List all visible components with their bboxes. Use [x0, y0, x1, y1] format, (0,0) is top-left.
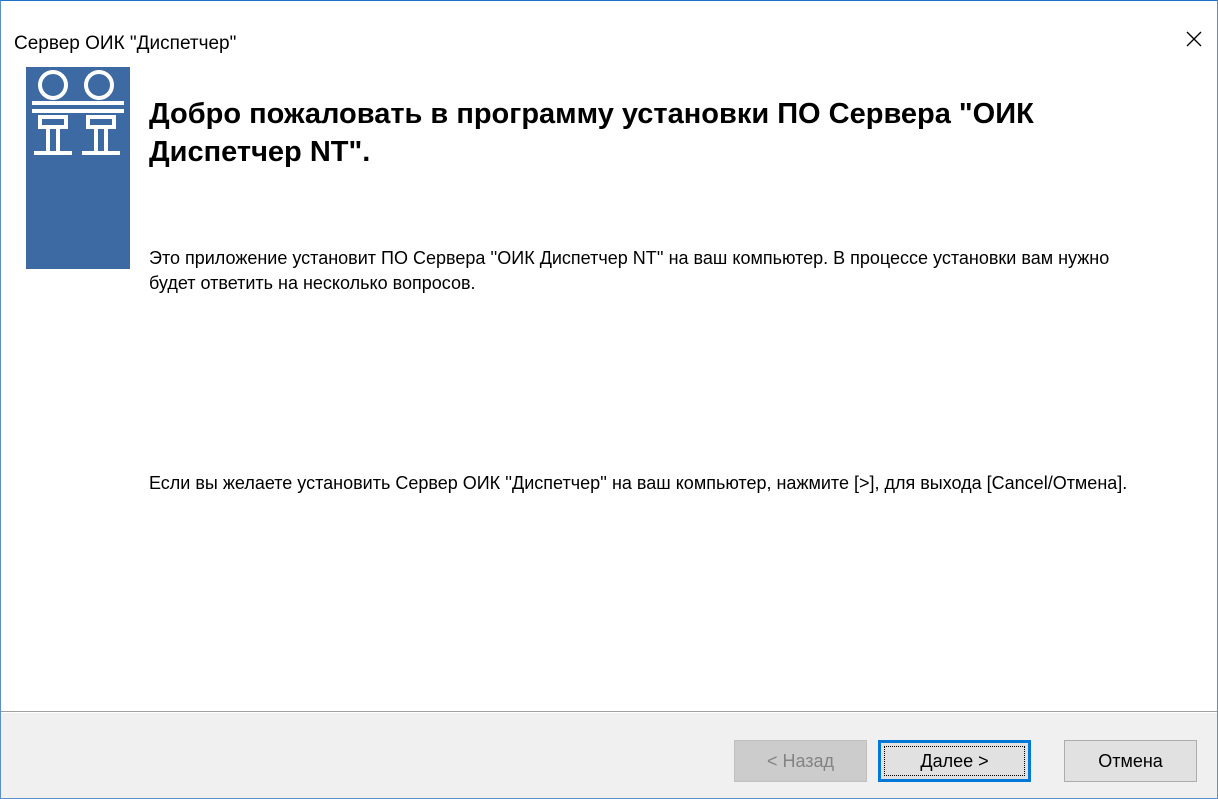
close-icon: [1184, 29, 1204, 54]
next-button[interactable]: Далее >: [878, 740, 1031, 782]
window-title: Сервер ОИК "Диспетчер": [14, 33, 237, 54]
installer-window: Сервер ОИК "Диспетчер" Добро пожаловать …: [0, 0, 1218, 799]
install-instruction: Если вы желаете установить Сервер ОИК ''…: [149, 473, 1128, 493]
close-button[interactable]: [1171, 21, 1217, 61]
footer-separator: [1, 711, 1217, 712]
install-description: Это приложение установит ПО Сервера ''ОИ…: [149, 248, 1110, 293]
welcome-heading: Добро пожаловать в программу установки П…: [149, 98, 1034, 168]
oik-logo: [26, 67, 130, 269]
title-bar[interactable]: Сервер ОИК "Диспетчер": [1, 1, 1217, 61]
cancel-button[interactable]: Отмена: [1064, 740, 1197, 782]
focus-rectangle: [884, 746, 1025, 776]
button-bar: < Назад Далее > Отмена: [1, 713, 1217, 798]
welcome-content: Добро пожаловать в программу установки П…: [1, 61, 1217, 711]
back-button[interactable]: < Назад: [734, 740, 867, 782]
